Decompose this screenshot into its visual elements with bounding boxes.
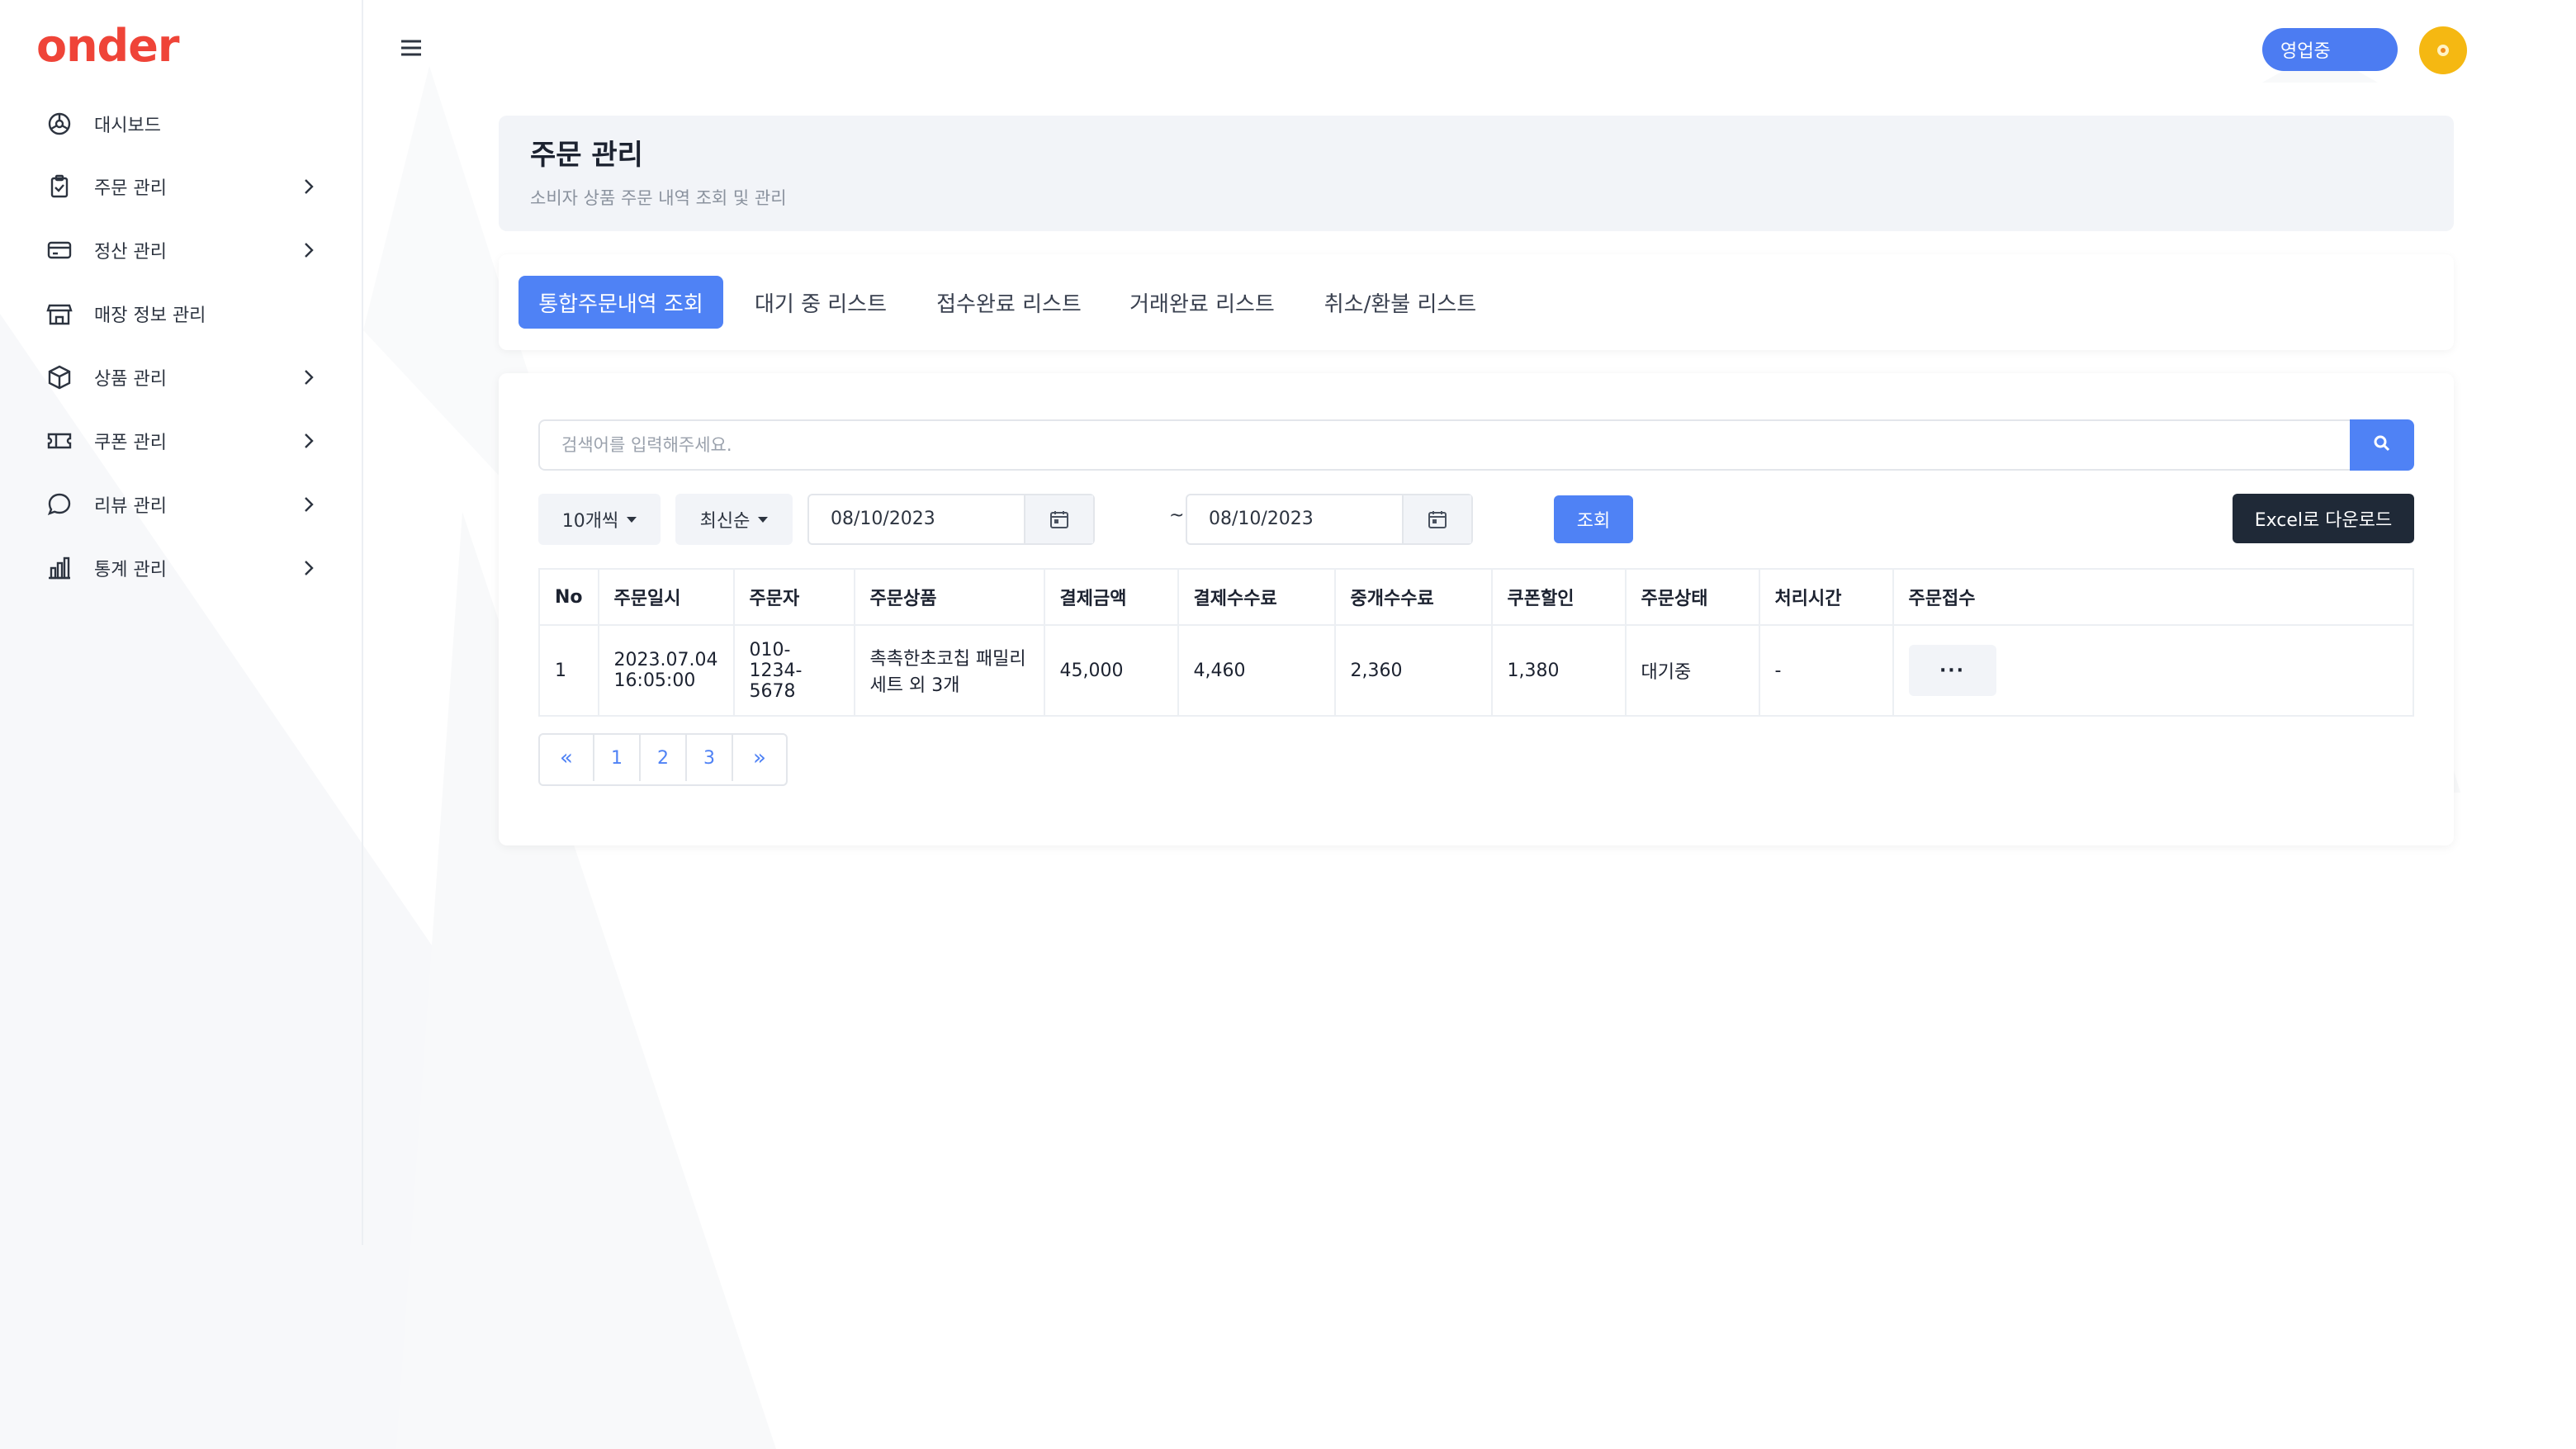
avatar[interactable]: [2419, 26, 2467, 74]
chevron-right-icon: [296, 491, 322, 518]
cell-status: 대기중: [1624, 624, 1760, 717]
cell-product: 촉촉한초코칩 패밀리세트 외 3개: [853, 624, 1045, 717]
chart-icon: [45, 553, 74, 583]
table-row[interactable]: 1 2023.07.04 16:05:00 010-1234-5678 촉촉한초…: [538, 624, 2414, 717]
sidebar-item-label: 통계 관리: [94, 560, 167, 580]
tab-cancel-refund[interactable]: 취소/환불 리스트: [1311, 276, 1489, 329]
column-header: 결제금액: [1043, 568, 1179, 626]
pagination-page-1[interactable]: 1: [594, 735, 641, 781]
cell-action: ···: [1892, 624, 2414, 717]
cell-order-datetime: 2023.07.04 16:05:00: [597, 624, 735, 717]
tab-bar: 통합주문내역 조회 대기 중 리스트 접수완료 리스트 거래완료 리스트 취소/…: [499, 254, 2454, 350]
card-icon: [45, 235, 74, 265]
tab-pending[interactable]: 대기 중 리스트: [740, 276, 902, 329]
sidebar-item-dashboard[interactable]: 대시보드: [45, 99, 322, 149]
tab-accepted[interactable]: 접수완료 리스트: [926, 276, 1091, 329]
clipboard-icon: [45, 172, 74, 201]
search-icon: [2373, 434, 2391, 456]
sidebar-item-label: 상품 관리: [94, 369, 167, 390]
sidebar-item-statistics[interactable]: 통계 관리: [45, 543, 322, 593]
chevron-right-icon: [296, 237, 322, 263]
tab-all-orders[interactable]: 통합주문내역 조회: [519, 276, 723, 329]
page-header: 주문 관리 소비자 상품 주문 내역 조회 및 관리: [499, 116, 2454, 231]
caret-down-icon: [627, 516, 637, 523]
order-time: 16:05:00: [613, 670, 696, 691]
pagination-page-3[interactable]: 3: [687, 735, 733, 781]
sidebar-item-orders[interactable]: 주문 관리: [45, 162, 322, 211]
orders-panel: 10개씩 최신순 08/10/2023 ~ 08/10/2023 조회 Exce…: [499, 373, 2454, 845]
date-range-separator: ~: [1169, 505, 1185, 526]
sidebar-item-label: 쿠폰 관리: [94, 433, 167, 453]
page-size-dropdown[interactable]: 10개씩: [538, 494, 661, 545]
sidebar-item-coupons[interactable]: 쿠폰 관리: [45, 416, 322, 466]
page-subtitle: 소비자 상품 주문 내역 조회 및 관리: [530, 188, 787, 208]
pagination-next[interactable]: »: [733, 735, 786, 781]
chevron-right-icon: [296, 364, 322, 391]
search-button[interactable]: [2350, 419, 2414, 471]
calendar-icon[interactable]: [1402, 495, 1471, 543]
page-size-value: 10개씩: [561, 511, 619, 532]
column-header: 주문상품: [853, 568, 1045, 626]
sidebar-item-label: 주문 관리: [94, 178, 167, 199]
sidebar-item-label: 정산 관리: [94, 242, 167, 263]
date-to-field[interactable]: 08/10/2023: [1186, 494, 1473, 545]
chevron-right-icon: [296, 173, 322, 200]
cell-broker-fee: 2,360: [1333, 624, 1493, 717]
chat-icon: [45, 490, 74, 519]
column-header: 쿠폰할인: [1490, 568, 1627, 626]
calendar-icon[interactable]: [1024, 495, 1093, 543]
date-from-field[interactable]: 08/10/2023: [807, 494, 1095, 545]
hamburger-menu-icon[interactable]: [396, 33, 426, 63]
store-status-button[interactable]: 영업중: [2262, 28, 2398, 71]
store-icon: [45, 299, 74, 329]
sidebar-item-label: 매장 정보 관리: [94, 305, 206, 326]
sidebar-item-reviews[interactable]: 리뷰 관리: [45, 480, 322, 529]
sort-dropdown[interactable]: 최신순: [675, 494, 793, 545]
column-header: No: [538, 568, 599, 626]
order-date: 2023.07.04: [613, 650, 718, 670]
column-header: 주문자: [732, 568, 855, 626]
search-input[interactable]: [538, 419, 2353, 471]
page-title: 주문 관리: [530, 139, 643, 172]
sidebar-item-label: 리뷰 관리: [94, 496, 167, 517]
column-header: 주문상태: [1624, 568, 1760, 626]
pagination-prev[interactable]: «: [540, 735, 594, 781]
cell-coupon: 1,380: [1490, 624, 1627, 717]
orders-table: No 주문일시 주문자 주문상품 결제금액 결제수수료 중개수수료 쿠폰할인 주…: [538, 568, 2414, 717]
pagination: « 1 2 3 »: [538, 733, 788, 786]
cell-no: 1: [538, 624, 599, 717]
column-header: 주문접수: [1892, 568, 2414, 626]
sidebar: onder 대시보드 주문 관리 정산 관리 매장 정보 관리 상품 관리 쿠폰…: [0, 0, 363, 1245]
tab-completed[interactable]: 거래완료 리스트: [1120, 276, 1285, 329]
dashboard-icon: [45, 109, 74, 139]
column-header: 주문일시: [597, 568, 735, 626]
column-header: 결제수수료: [1177, 568, 1336, 626]
ticket-icon: [45, 426, 74, 456]
date-to-value: 08/10/2023: [1209, 509, 1314, 529]
sidebar-item-store-info[interactable]: 매장 정보 관리: [45, 289, 322, 339]
query-button[interactable]: 조회: [1554, 495, 1633, 543]
table-header-row: No 주문일시 주문자 주문상품 결제금액 결제수수료 중개수수료 쿠폰할인 주…: [538, 568, 2414, 626]
cell-processing-time: -: [1758, 624, 1894, 717]
sort-value: 최신순: [699, 511, 751, 532]
sidebar-item-products[interactable]: 상품 관리: [45, 353, 322, 402]
sidebar-item-settlement[interactable]: 정산 관리: [45, 225, 322, 275]
cell-amount: 45,000: [1043, 624, 1179, 717]
app-logo[interactable]: onder: [36, 20, 179, 72]
date-from-value: 08/10/2023: [831, 509, 935, 529]
chevron-right-icon: [296, 428, 322, 454]
cell-customer: 010-1234-5678: [732, 624, 855, 717]
more-options-button[interactable]: ···: [1908, 645, 1996, 696]
column-header: 중개수수료: [1333, 568, 1493, 626]
box-icon: [45, 362, 74, 392]
caret-down-icon: [758, 516, 769, 523]
pagination-page-2[interactable]: 2: [641, 735, 687, 781]
excel-download-button[interactable]: Excel로 다운로드: [2233, 494, 2414, 543]
sidebar-item-label: 대시보드: [94, 116, 161, 136]
cell-payment-fee: 4,460: [1177, 624, 1336, 717]
column-header: 처리시간: [1758, 568, 1894, 626]
chevron-right-icon: [296, 555, 322, 581]
